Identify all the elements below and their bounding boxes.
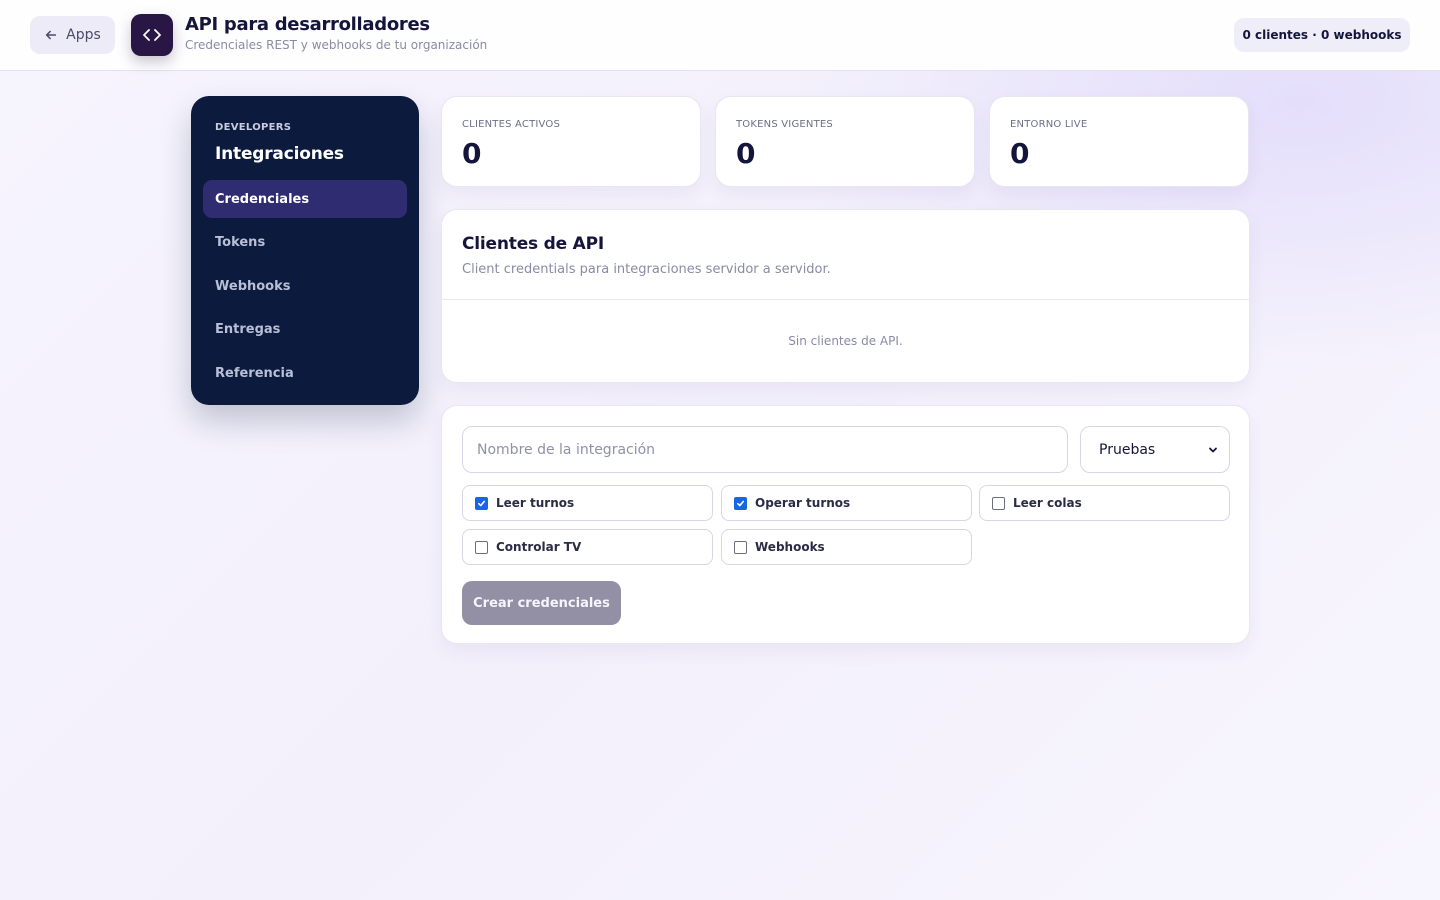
- scope-operar-turnos[interactable]: Operar turnos: [721, 485, 972, 521]
- stat-label: TOKENS VIGENTES: [736, 119, 833, 130]
- checkbox[interactable]: [475, 496, 488, 510]
- check-icon: [736, 500, 745, 506]
- stat-label: ENTORNO LIVE: [1010, 119, 1088, 130]
- arrow-left-icon: [46, 30, 57, 40]
- divider: [442, 299, 1249, 300]
- checkbox[interactable]: [992, 496, 1005, 510]
- integration-name-input[interactable]: [462, 426, 1068, 473]
- checkbox[interactable]: [475, 540, 488, 554]
- api-clients-card: Clientes de API Client credentials para …: [441, 209, 1250, 383]
- sidebar-item-entregas[interactable]: Entregas: [203, 311, 407, 349]
- api-clients-title: Clientes de API: [462, 234, 605, 254]
- create-credentials-button[interactable]: Crear credenciales: [462, 581, 621, 625]
- scope-leer-colas[interactable]: Leer colas: [979, 485, 1230, 521]
- checkbox[interactable]: [734, 540, 747, 554]
- scope-label: Webhooks: [755, 540, 825, 554]
- check-icon: [477, 500, 486, 506]
- scope-label: Leer turnos: [496, 496, 575, 510]
- stat-value: 0: [462, 137, 482, 170]
- environment-select[interactable]: Pruebas: [1080, 426, 1230, 473]
- stat-label: CLIENTES ACTIVOS: [462, 119, 561, 130]
- api-clients-subtitle: Client credentials para integraciones se…: [462, 262, 831, 277]
- stat-card-valid-tokens: TOKENS VIGENTES 0: [715, 96, 975, 187]
- scope-label: Controlar TV: [496, 540, 582, 554]
- back-to-apps-label: Apps: [66, 27, 101, 43]
- sidebar-item-webhooks[interactable]: Webhooks: [203, 267, 407, 305]
- create-client-form: Pruebas Leer turnos Operar turnos Leer c…: [441, 405, 1250, 644]
- app-logo: [131, 14, 173, 56]
- top-bar: Apps API para desarrolladores Credencial…: [0, 0, 1440, 71]
- sidebar-eyebrow: DEVELOPERS: [215, 122, 292, 133]
- page-subtitle: Credenciales REST y webhooks de tu organ…: [185, 38, 488, 52]
- sidebar-item-tokens[interactable]: Tokens: [203, 224, 407, 262]
- scope-leer-turnos[interactable]: Leer turnos: [462, 485, 713, 521]
- stat-value: 0: [1010, 137, 1030, 170]
- scope-label: Operar turnos: [755, 496, 851, 510]
- chevron-down-icon: [1209, 447, 1217, 452]
- sidebar-item-referencia[interactable]: Referencia: [203, 354, 407, 392]
- scope-webhooks[interactable]: Webhooks: [721, 529, 972, 565]
- page-title: API para desarrolladores: [185, 14, 430, 35]
- scope-label: Leer colas: [1013, 496, 1082, 510]
- scope-controlar-tv[interactable]: Controlar TV: [462, 529, 713, 565]
- checkbox[interactable]: [734, 496, 747, 510]
- code-icon: [143, 29, 161, 41]
- stat-card-live-environment: ENTORNO LIVE 0: [989, 96, 1249, 187]
- sidebar-item-credenciales[interactable]: Credenciales: [203, 180, 407, 218]
- environment-select-value: Pruebas: [1099, 441, 1156, 458]
- summary-badge: 0 clientes · 0 webhooks: [1234, 18, 1410, 52]
- back-to-apps-button[interactable]: Apps: [30, 16, 115, 54]
- empty-state-text: Sin clientes de API.: [788, 334, 903, 348]
- sidebar-title: Integraciones: [215, 144, 344, 164]
- sidebar-nav: Credenciales Tokens Webhooks Entregas Re…: [203, 180, 407, 398]
- stat-card-active-clients: CLIENTES ACTIVOS 0: [441, 96, 701, 187]
- sidebar: DEVELOPERS Integraciones Credenciales To…: [191, 96, 419, 405]
- stat-value: 0: [736, 137, 756, 170]
